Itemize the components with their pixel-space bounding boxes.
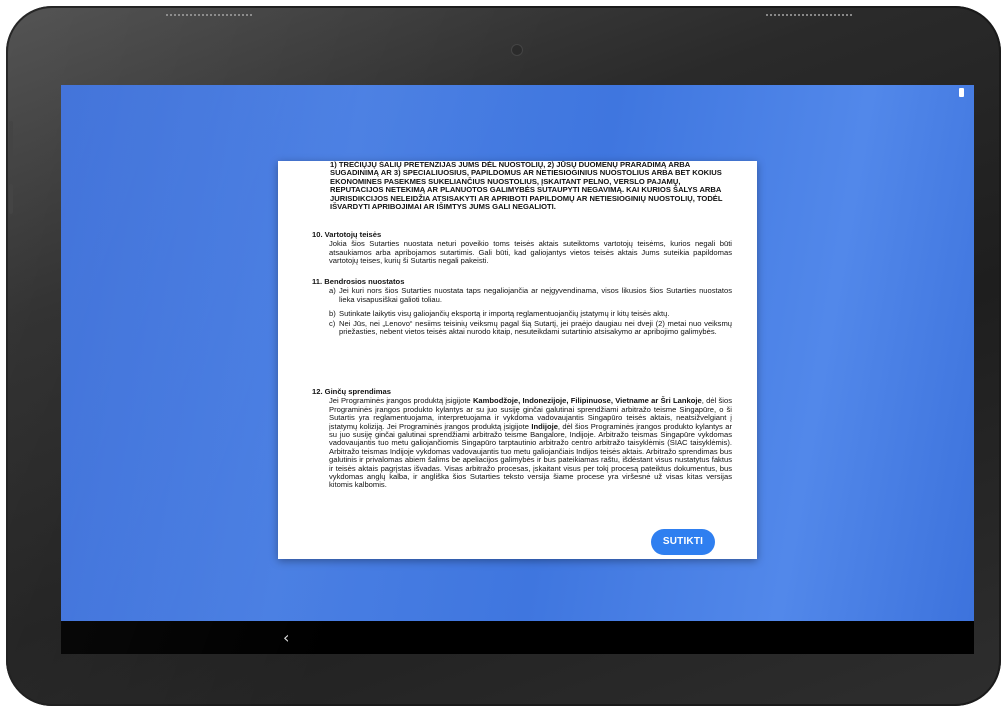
license-text-scroll[interactable]: 1) TREČIŲJŲ ŠALIŲ PRETENZIJAS JUMS DĖL N… <box>278 161 757 559</box>
section-general-provisions: 11. Bendrosios nuostatos a) Jei kuri nor… <box>312 277 732 337</box>
section-body: Jei Programinės įrangos produktą įsigijo… <box>329 397 732 489</box>
camera-icon <box>512 45 522 55</box>
list-item: a) Jei kuri nors šios Sutarties nuostata… <box>329 287 732 304</box>
list-item: c) Nei Jūs, nei „Lenovo“ nesiims teisini… <box>329 318 732 337</box>
power-button <box>9 184 13 214</box>
tablet-device: 1) TREČIŲJŲ ŠALIŲ PRETENZIJAS JUMS DĖL N… <box>6 6 1001 706</box>
section-title: 11. Bendrosios nuostatos <box>312 277 405 286</box>
back-icon[interactable]: ‹ <box>283 628 289 647</box>
section-dispute-resolution: 12. Ginčų sprendimas Jei Programinės įra… <box>312 387 732 490</box>
section-title: 12. Ginčų sprendimas <box>312 387 391 396</box>
speaker-grille-left <box>166 14 252 19</box>
body-text: , dėl šios Programinės įrangos produkto … <box>329 421 732 490</box>
liability-caps-paragraph: 1) TREČIŲJŲ ŠALIŲ PRETENZIJAS JUMS DĖL N… <box>330 161 723 212</box>
item-text: Sutinkate laikytis visų galiojančių eksp… <box>339 309 670 319</box>
item-text: Nei Jūs, nei „Lenovo“ nesiims teisinių v… <box>339 318 732 337</box>
item-label: c) <box>329 318 336 328</box>
section-title: 10. Vartotojų teisės <box>312 230 382 239</box>
agree-button[interactable]: SUTIKTI <box>651 529 715 555</box>
list-item: b) Sutinkate laikytis visų galiojančių e… <box>329 309 732 319</box>
item-label: a) <box>329 286 336 296</box>
item-label: b) <box>329 309 336 319</box>
license-dialog: 1) TREČIŲJŲ ŠALIŲ PRETENZIJAS JUMS DĖL N… <box>278 161 757 559</box>
speaker-grille-right <box>766 14 852 19</box>
section-body: Jokia šios Sutarties nuostata neturi pov… <box>329 239 732 266</box>
battery-icon <box>959 88 964 97</box>
navigation-bar: ‹ <box>61 621 974 654</box>
section-consumer-rights: 10. Vartotojų teisės Jokia šios Sutartie… <box>312 230 732 266</box>
item-text: Jei kuri nors šios Sutarties nuostata ta… <box>339 286 732 304</box>
volume-button <box>9 121 13 167</box>
screen: 1) TREČIŲJŲ ŠALIŲ PRETENZIJAS JUMS DĖL N… <box>61 85 974 654</box>
